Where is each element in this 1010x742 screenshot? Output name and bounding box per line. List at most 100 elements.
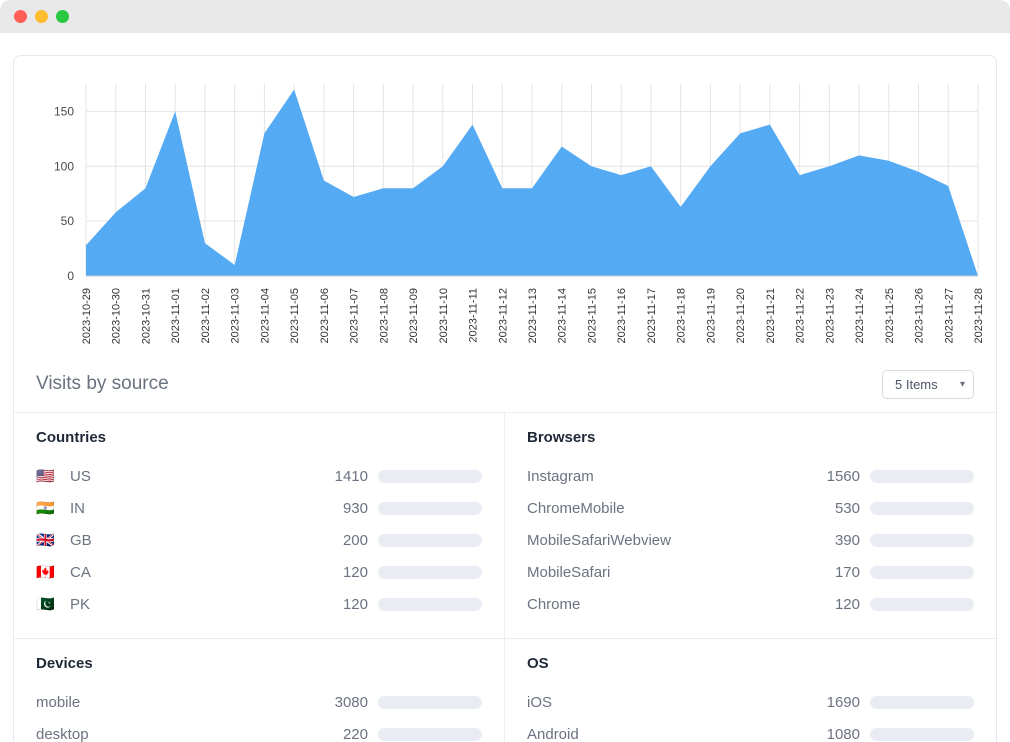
stat-row[interactable]: MobileSafari170 <box>527 556 974 588</box>
x-axis-tick-label: 2023-11-19 <box>705 288 717 343</box>
stat-value: 120 <box>835 596 860 613</box>
stat-label: ChromeMobile <box>527 500 835 517</box>
close-button[interactable] <box>14 10 27 23</box>
stat-row[interactable]: Android1080 <box>527 718 974 742</box>
dashboard-card: 0 50 100 150 2023-10-29 2023-10-30 2023-10-31 2… <box>13 55 997 742</box>
x-axis-tick-label: 2023-11-27 <box>943 288 955 343</box>
y-axis-tick-label: 100 <box>54 159 74 173</box>
stat-label: Chrome <box>527 596 835 613</box>
app-window: 0 50 100 150 2023-10-29 2023-10-30 2023-10-31 2… <box>0 0 1010 742</box>
stat-row[interactable]: desktop220 <box>36 718 482 742</box>
x-axis-tick-label: 2023-11-13 <box>527 288 539 343</box>
stat-label: MobileSafariWebview <box>527 532 835 549</box>
x-axis-tick-label: 2023-10-30 <box>111 288 123 344</box>
panel-browsers: BrowsersInstagram1560ChromeMobile530Mobi… <box>505 412 996 638</box>
x-axis-tick-label: 2023-11-25 <box>884 288 896 343</box>
stat-row[interactable]: mobile3080 <box>36 686 482 718</box>
x-axis-tick-label: 2023-10-31 <box>140 288 152 344</box>
stat-value: 1560 <box>827 468 860 485</box>
panel-title-countries: Countries <box>36 429 482 446</box>
flag-icon-pk: 🇵🇰 <box>36 597 58 612</box>
flag-icon-in: 🇮🇳 <box>36 501 58 516</box>
x-axis-tick-label: 2023-11-18 <box>676 288 688 343</box>
x-axis-tick-label: 2023-11-17 <box>646 288 658 343</box>
stat-bar-track <box>870 534 974 547</box>
stat-label: Android <box>527 726 827 742</box>
panel-title-browsers: Browsers <box>527 429 974 446</box>
stat-label: Instagram <box>527 468 827 485</box>
y-axis-tick-label: 0 <box>67 269 74 283</box>
x-axis-tick-label: 2023-11-16 <box>616 288 628 343</box>
minimize-button[interactable] <box>35 10 48 23</box>
stat-bar-track <box>870 598 974 611</box>
panel-title-os: OS <box>527 655 974 672</box>
stat-value: 200 <box>343 532 368 549</box>
stat-value: 3080 <box>335 694 368 711</box>
x-axis-tick-label: 2023-11-04 <box>259 288 271 343</box>
stat-bar-track <box>870 470 974 483</box>
stat-value: 1410 <box>335 468 368 485</box>
x-axis-tick-label: 2023-11-12 <box>497 288 509 343</box>
x-axis-tick-label: 2023-11-26 <box>914 288 926 343</box>
x-axis-tick-label: 2023-11-03 <box>230 288 242 343</box>
stat-bar-track <box>870 728 974 741</box>
visits-area-chart: 0 50 100 150 2023-10-29 2023-10-30 2023-10-31 2… <box>14 56 996 356</box>
stat-row[interactable]: 🇮🇳IN930 <box>36 492 482 524</box>
panel-devices: Devicesmobile3080desktop220 <box>14 638 505 742</box>
y-axis-tick-label: 150 <box>54 104 74 118</box>
stat-bar-track <box>870 696 974 709</box>
x-axis-tick-label: 2023-11-10 <box>438 288 450 343</box>
stat-bar-track <box>870 566 974 579</box>
stat-bar-track <box>378 598 482 611</box>
x-axis-tick-label: 2023-11-23 <box>824 288 836 343</box>
stat-label: US <box>70 468 335 485</box>
panel-countries: Countries🇺🇸US1410🇮🇳IN930🇬🇧GB200🇨🇦CA120🇵🇰… <box>14 412 505 638</box>
stat-label: mobile <box>36 694 335 711</box>
x-axis-tick-label: 2023-11-14 <box>557 288 569 343</box>
flag-icon-ca: 🇨🇦 <box>36 565 58 580</box>
panel-os: OSiOS1690Android1080 <box>505 638 996 742</box>
stat-row[interactable]: 🇬🇧 GB200 <box>36 524 482 556</box>
stat-row[interactable]: ChromeMobile530 <box>527 492 974 524</box>
x-axis-tick-label: 2023-11-06 <box>319 288 331 343</box>
stat-bar-track <box>378 566 482 579</box>
stat-bar-track <box>378 728 482 741</box>
x-axis-tick-label: 2023-11-07 <box>349 288 361 343</box>
stat-row[interactable]: MobileSafariWebview390 <box>527 524 974 556</box>
x-axis-tick-label: 2023-11-02 <box>200 288 212 343</box>
stat-value: 120 <box>343 596 368 613</box>
stat-row[interactable]: 🇨🇦 CA120 <box>36 556 482 588</box>
stat-label: desktop <box>36 726 343 742</box>
panel-title-devices: Devices <box>36 655 482 672</box>
stat-value: 120 <box>343 564 368 581</box>
x-axis-tick-label: 2023-11-24 <box>854 288 866 343</box>
x-axis-tick-label: 2023-11-20 <box>735 288 747 343</box>
area-chart-svg: 0 50 100 150 2023-10-29 2023-10-30 2023-10-31 2… <box>14 56 996 416</box>
stat-row[interactable]: 🇺🇸 US1410 <box>36 460 482 492</box>
stat-value: 390 <box>835 532 860 549</box>
flag-icon-gb: 🇬🇧 <box>36 533 58 548</box>
flag-icon-us: 🇺🇸 <box>36 469 58 484</box>
y-axis-tick-label: 50 <box>61 214 75 228</box>
stat-label: GB <box>70 532 343 549</box>
stat-row[interactable]: 🇵🇰 PK120 <box>36 588 482 620</box>
stat-label: CA <box>70 564 343 581</box>
x-axis-tick-label: 2023-11-21 <box>765 288 777 343</box>
stat-value: 930 <box>343 500 368 517</box>
zoom-button[interactable] <box>56 10 69 23</box>
stat-row[interactable]: Chrome120 <box>527 588 974 620</box>
stat-value: 1080 <box>827 726 860 742</box>
stat-label: PK <box>70 596 343 613</box>
x-axis-tick-label: 2023-11-09 <box>408 288 420 343</box>
x-axis-tick-label: 2023-11-11 <box>468 288 480 343</box>
stat-bar-track <box>378 534 482 547</box>
x-axis-tick-label: 2023-11-22 <box>795 288 807 343</box>
stat-bar-track <box>378 696 482 709</box>
stat-value: 220 <box>343 726 368 742</box>
x-axis-tick-label: 2023-10-29 <box>81 288 93 344</box>
stat-bar-track <box>378 502 482 515</box>
stat-row[interactable]: iOS1690 <box>527 686 974 718</box>
stat-label: MobileSafari <box>527 564 835 581</box>
stat-row[interactable]: Instagram1560 <box>527 460 974 492</box>
window-titlebar <box>0 0 1010 33</box>
